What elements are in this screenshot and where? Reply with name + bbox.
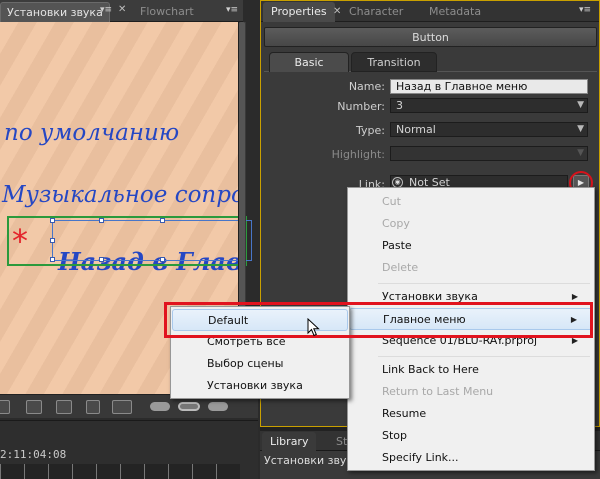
number-label: Number: [337, 100, 385, 113]
align-icon[interactable] [86, 400, 100, 414]
tab-audio-settings[interactable]: Установки звука [0, 2, 110, 22]
menu-item-paste[interactable]: Paste [349, 235, 593, 257]
highlight-dropdown: ▼ [390, 146, 588, 161]
name-field[interactable]: Назад в Главное меню [390, 79, 588, 94]
tab-character[interactable]: Character [341, 2, 411, 22]
type-label: Type: [356, 124, 385, 137]
mouse-pointer-icon [307, 318, 320, 337]
grid-icon[interactable] [56, 400, 72, 414]
menu-item-return-last: Return to Last Menu [382, 385, 494, 398]
type-dropdown[interactable]: Normal ▼ [390, 122, 588, 137]
menu-item-cut: Cut [382, 195, 401, 208]
text-selection-box[interactable] [50, 218, 252, 262]
tab-basic[interactable]: Basic [269, 52, 349, 72]
annotation-highlight-box [164, 302, 593, 338]
resize-handle[interactable] [160, 218, 165, 223]
timeline-ruler[interactable] [0, 464, 240, 479]
canvas-text-music[interactable]: Музыкальное сопровождение [2, 182, 238, 208]
object-type-header: Button [264, 27, 597, 47]
menu-separator [378, 283, 590, 284]
highlight-star-icon: * [12, 222, 28, 260]
menu-item-resume[interactable]: Resume [349, 403, 593, 425]
properties-subtabs: Basic Transition [264, 50, 597, 72]
tab-transition[interactable]: Transition [351, 52, 437, 72]
resize-handle[interactable] [99, 218, 104, 223]
tab-library[interactable]: Library [262, 432, 317, 452]
panel-menu-icon-2[interactable]: ▾≡ [226, 5, 238, 15]
resize-handle[interactable] [50, 238, 55, 243]
resize-handle[interactable] [160, 257, 165, 262]
menu-item-specify-link[interactable]: Specify Link... [349, 447, 593, 469]
resize-handle[interactable] [50, 218, 55, 223]
scrollbar-thumb[interactable] [239, 22, 245, 342]
type-value: Normal [396, 123, 436, 136]
resize-handle[interactable] [50, 257, 55, 262]
timecode-display: 2:11:04:08 [0, 448, 67, 461]
chevron-down-icon: ▼ [577, 148, 584, 158]
tab-flowchart[interactable]: Flowchart [134, 2, 200, 22]
left-panel-tabbar: Установки звука ▾≡ ✕ Flowchart ▾≡ [0, 0, 243, 22]
canvas-text-default[interactable]: по умолчанию [4, 120, 179, 146]
toggle-pill[interactable] [208, 402, 228, 411]
chevron-down-icon: ▼ [577, 124, 584, 134]
right-panel-tabbar: Properties ✕ Character Metadata ▾≡ [261, 1, 599, 22]
submenu-item-scene-select[interactable]: Выбор сцены [172, 353, 348, 375]
chevron-down-icon: ▼ [577, 100, 584, 110]
menu-item-delete: Delete [382, 261, 419, 274]
close-tab-icon[interactable]: ✕ [118, 4, 126, 15]
menu-item-copy: Copy [382, 217, 410, 230]
tab-metadata[interactable]: Metadata [421, 2, 489, 22]
safe-area-icon[interactable] [26, 400, 42, 414]
submenu-item-audio-settings[interactable]: Установки звука [172, 375, 348, 397]
number-dropdown[interactable]: 3 ▼ [390, 98, 588, 113]
menu-item-link-back[interactable]: Link Back to Here [349, 359, 593, 381]
library-path: Установки звука [264, 454, 360, 467]
name-label: Name: [348, 80, 385, 93]
toggle-pill[interactable] [150, 402, 170, 411]
toggle-pill-active[interactable] [178, 402, 200, 411]
distribute-icon[interactable] [112, 400, 132, 414]
menu-separator [378, 356, 590, 357]
highlight-label: Highlight: [331, 148, 385, 161]
tab-properties[interactable]: Properties [263, 2, 335, 22]
panel-menu-icon-3[interactable]: ▾≡ [579, 5, 591, 15]
panel-menu-icon[interactable]: ▾≡ [100, 5, 112, 15]
toolbar-button[interactable] [0, 400, 10, 414]
number-value: 3 [396, 99, 403, 112]
menu-item-stop[interactable]: Stop [349, 425, 593, 447]
resize-handle[interactable] [99, 257, 104, 262]
